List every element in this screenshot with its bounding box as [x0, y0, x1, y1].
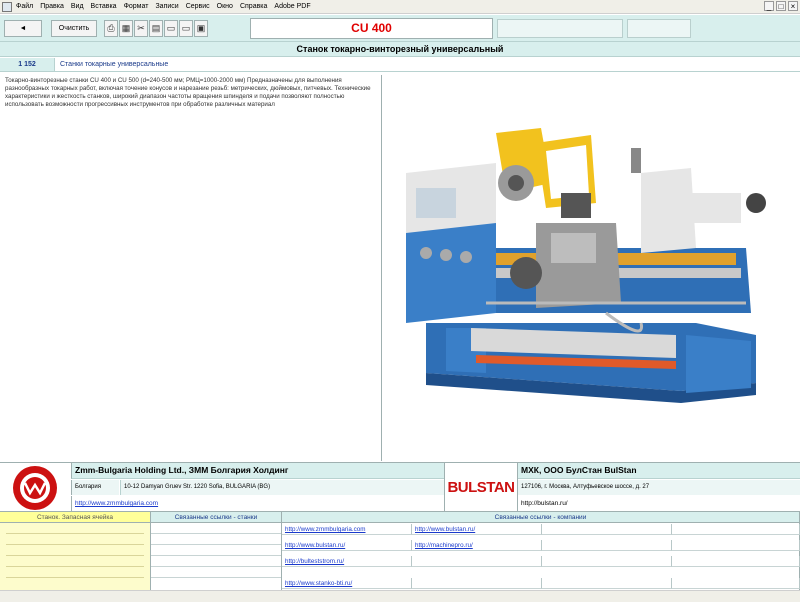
company1-name: Zmm-Bulgaria Holding Ltd., ЗММ Болгария … [71, 463, 444, 479]
category-code: 1 152 [0, 58, 55, 71]
link-right-empty-1[interactable] [412, 556, 542, 567]
app-icon [2, 1, 12, 12]
company2-url[interactable]: http://bulstan.ru/ [518, 496, 800, 512]
description-text: Токарно-винторезные станки CU 400 и CU 5… [2, 75, 382, 461]
related-companies-grid: http://www.zmmbulgaria.com http://www.bu… [282, 524, 800, 590]
toolbar-field-1[interactable] [497, 19, 623, 38]
link-col3-2[interactable] [542, 540, 672, 551]
document-icon[interactable]: ▤ [149, 20, 163, 37]
page-title: Станок токарно-винторезный универсальный [0, 42, 800, 57]
menu-edit[interactable]: Правка [40, 3, 64, 10]
related-machines-header: Связанные ссылки - станки [151, 512, 281, 523]
model-field[interactable]: CU 400 [250, 18, 493, 39]
machine-spare-panel: Станок. Запасная ячейка [0, 512, 151, 590]
tools-icon[interactable]: ✂ [134, 20, 148, 37]
maximize-icon[interactable]: □ [776, 1, 786, 11]
link-col4-2[interactable] [672, 540, 800, 551]
link-left-3[interactable]: http://bulteststrom.ru/ [282, 556, 412, 567]
lathe-image [406, 128, 766, 403]
related-companies-header: Связанные ссылки - компании [282, 512, 799, 523]
menu-bar: Файл Правка Вид Вставка Формат Записи Се… [0, 0, 800, 14]
link-col3-1[interactable] [542, 524, 672, 535]
back-arrow-icon: ◄ [19, 25, 27, 32]
links-area: Станок. Запасная ячейка Связанные ссылки… [0, 512, 800, 590]
toolbar: ◄ Очистить ⎙ ▦ ✂ ▤ ▭ ▭ ▣ CU 400 [0, 15, 800, 42]
machine-spare-lines[interactable] [0, 523, 150, 578]
toolbar-field-2[interactable] [627, 19, 691, 38]
company2-address: 127106, г. Москва, Алтуфьевское шоссе, д… [518, 480, 800, 495]
link-col3-4[interactable] [542, 578, 672, 589]
close-icon[interactable]: × [788, 1, 798, 11]
link-left-4[interactable]: http://www.stanko-bti.ru/ [282, 578, 412, 589]
minimize-icon[interactable]: _ [764, 1, 774, 11]
menu-help[interactable]: Справка [240, 3, 267, 10]
related-companies-panel: Связанные ссылки - компании http://www.z… [282, 512, 800, 590]
bulstan-logo-text: BULSTAN [447, 479, 515, 496]
clear-button[interactable]: Очистить [51, 20, 97, 37]
company2-name: МХК, ООО БулСтан BulStan [518, 463, 800, 479]
back-button[interactable]: ◄ [4, 20, 42, 37]
print-icon[interactable]: ⎙ [104, 20, 118, 37]
menu-tools[interactable]: Сервис [186, 3, 210, 10]
link-left-1[interactable]: http://www.zmmbulgaria.com [282, 524, 412, 535]
zmm-logo [13, 466, 57, 510]
menu-insert[interactable]: Вставка [91, 3, 117, 10]
link-right-1[interactable]: http://www.bulstan.ru/ [412, 524, 542, 535]
link-col3-3[interactable] [542, 556, 672, 567]
status-bar [0, 590, 800, 602]
toolbar-icons: ⎙ ▦ ✂ ▤ ▭ ▭ ▣ [104, 20, 208, 37]
product-photo [386, 73, 800, 461]
settings-icon[interactable]: ▣ [194, 20, 208, 37]
company-row: Zmm-Bulgaria Holding Ltd., ЗММ Болгария … [0, 462, 800, 512]
bulstan-logo: BULSTAN [444, 463, 518, 512]
page-icon[interactable]: ▭ [164, 20, 178, 37]
related-machines-lines[interactable] [151, 523, 281, 578]
category-bar: 1 152 Станки токарные универсальные [0, 58, 800, 72]
menu-format[interactable]: Формат [124, 3, 149, 10]
machine-spare-header: Станок. Запасная ячейка [0, 512, 150, 523]
link-right-empty-2[interactable] [412, 578, 542, 589]
menu-records[interactable]: Записи [155, 3, 178, 10]
page-icon-2[interactable]: ▭ [179, 20, 193, 37]
link-col4-1[interactable] [672, 524, 800, 535]
menu-file[interactable]: Файл [16, 3, 33, 10]
link-right-2[interactable]: http://machinepro.ru/ [412, 540, 542, 551]
company1-url[interactable]: http://www.zmmbulgaria.com [71, 496, 444, 512]
menu-view[interactable]: Вид [71, 3, 84, 10]
link-col4-4[interactable] [672, 578, 800, 589]
window-controls: _ □ × [764, 1, 798, 11]
related-machines-panel: Связанные ссылки - станки [151, 512, 282, 590]
link-col4-3[interactable] [672, 556, 800, 567]
category-name[interactable]: Станки токарные универсальные [60, 58, 168, 71]
menu-adobe-pdf[interactable]: Adobe PDF [274, 3, 310, 10]
company1-address: 10-12 Damyan Gruev Str. 1220 Sofia, BULG… [120, 480, 444, 495]
link-left-2[interactable]: http://www.bulstan.ru/ [282, 540, 412, 551]
menu-window[interactable]: Окно [217, 3, 233, 10]
company1-country: Болгария [71, 480, 119, 495]
calculator-icon[interactable]: ▦ [119, 20, 133, 37]
